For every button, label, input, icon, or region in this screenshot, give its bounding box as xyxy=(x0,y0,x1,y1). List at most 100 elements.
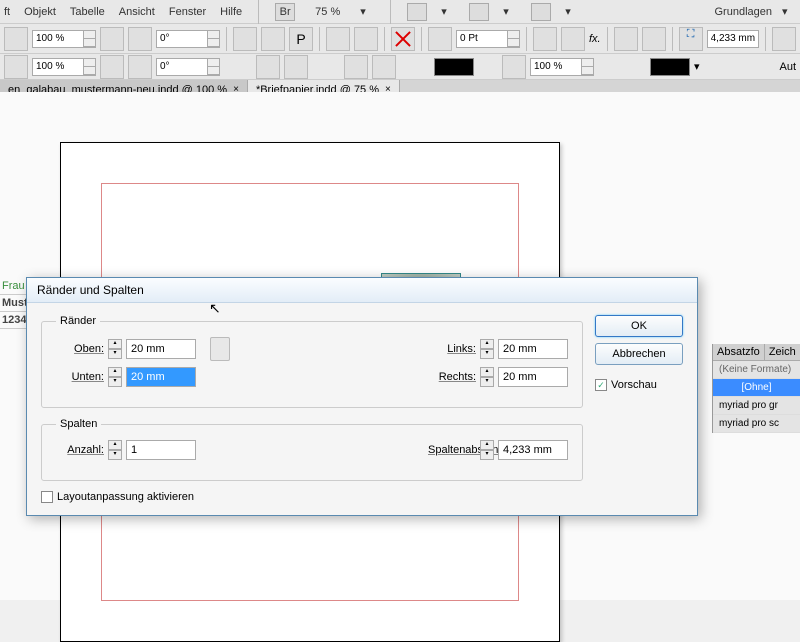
tool-icon[interactable] xyxy=(261,27,285,51)
count-label: Anzahl: xyxy=(56,444,104,456)
tab-absatzformate[interactable]: Absatzfo xyxy=(713,344,765,360)
auto-checkbox-label[interactable]: Aut xyxy=(779,61,796,73)
fill-swatch2[interactable] xyxy=(650,58,690,76)
gutter-input[interactable] xyxy=(498,440,568,460)
checkbox-box[interactable] xyxy=(41,491,53,503)
measure-field[interactable] xyxy=(707,30,759,48)
bridge-button[interactable]: Br xyxy=(275,3,295,21)
spinner[interactable]: ▴▾ xyxy=(108,339,122,359)
paragraph-styles-panel: Absatzfo Zeich (Keine Formate) [Ohne] my… xyxy=(712,344,800,433)
top-margin-input[interactable] xyxy=(126,339,196,359)
menu-tabelle[interactable]: Tabelle xyxy=(70,6,105,18)
tool-icon[interactable] xyxy=(533,27,557,51)
columns-legend: Spalten xyxy=(56,418,101,430)
rotate-field[interactable] xyxy=(156,30,208,48)
divider xyxy=(421,27,422,51)
chevron-down-icon[interactable]: ▾ xyxy=(503,5,517,19)
chevron-down-icon[interactable]: ▾ xyxy=(694,60,700,73)
scale-y-field[interactable] xyxy=(32,58,84,76)
spinner[interactable]: ▴▾ xyxy=(108,367,122,387)
tool-icon[interactable] xyxy=(561,27,585,51)
flip-h-icon[interactable] xyxy=(326,27,350,51)
menu-ansicht[interactable]: Ansicht xyxy=(119,6,155,18)
spinner[interactable] xyxy=(208,30,220,48)
layout-adjust-checkbox[interactable]: Layoutanpassung aktivieren xyxy=(41,491,583,503)
divider xyxy=(607,27,608,51)
spinner[interactable] xyxy=(84,30,96,48)
chevron-down-icon[interactable]: ▾ xyxy=(782,5,796,19)
screen-mode-button[interactable] xyxy=(469,3,489,21)
columns-fieldset: Spalten Anzahl: ▴▾ Spaltenabstand: ▴▾ xyxy=(41,418,583,481)
panel-item-ohne[interactable]: [Ohne] xyxy=(713,379,800,397)
ungroup-icon[interactable] xyxy=(372,55,396,79)
tool-icon[interactable] xyxy=(772,27,796,51)
spinner[interactable] xyxy=(84,58,96,76)
bottom-label: Unten: xyxy=(56,371,104,383)
flip-v-icon[interactable] xyxy=(344,55,368,79)
left-margin-input[interactable] xyxy=(498,339,568,359)
spinner[interactable]: ▴▾ xyxy=(108,440,122,460)
menu-schrift[interactable]: ft xyxy=(4,6,10,18)
scale-x-field[interactable] xyxy=(32,30,84,48)
tool-icon[interactable] xyxy=(256,55,280,79)
tool-icon[interactable] xyxy=(284,55,308,79)
control-panel-row2: ▾ Aut xyxy=(0,54,800,80)
link-icon[interactable] xyxy=(100,27,124,51)
rotate-icon[interactable] xyxy=(128,27,152,51)
effects-button[interactable]: fx. xyxy=(589,33,601,45)
crop-icon[interactable]: ⛶ xyxy=(679,27,703,51)
right-margin-input[interactable] xyxy=(498,367,568,387)
menu-objekt[interactable]: Objekt xyxy=(24,6,56,18)
spinner[interactable]: ▴▾ xyxy=(480,367,494,387)
zoom-level[interactable]: 75 % xyxy=(309,4,346,20)
type-p-icon[interactable]: P xyxy=(289,27,313,51)
spinner[interactable] xyxy=(508,30,520,48)
tool-icon[interactable] xyxy=(233,27,257,51)
tool-icon[interactable] xyxy=(100,55,124,79)
menu-hilfe[interactable]: Hilfe xyxy=(220,6,242,18)
panel-item[interactable]: (Keine Formate) xyxy=(713,361,800,379)
no-fill-icon[interactable] xyxy=(391,27,415,51)
menu-fenster[interactable]: Fenster xyxy=(169,6,206,18)
panel-item[interactable]: myriad pro sc xyxy=(713,415,800,433)
chevron-down-icon[interactable]: ▾ xyxy=(360,5,374,19)
dialog-title: Ränder und Spalten xyxy=(27,278,697,303)
arrange-button[interactable] xyxy=(531,3,551,21)
cancel-button[interactable]: Abbrechen xyxy=(595,343,683,365)
bottom-margin-input[interactable] xyxy=(126,367,196,387)
view-mode-button[interactable] xyxy=(407,3,427,21)
stroke-swatch[interactable] xyxy=(434,58,474,76)
stroke-icon[interactable] xyxy=(428,27,452,51)
column-count-input[interactable] xyxy=(126,440,196,460)
tool-icon[interactable] xyxy=(614,27,638,51)
preview-label: Vorschau xyxy=(611,379,657,391)
menu-bar: ft Objekt Tabelle Ansicht Fenster Hilfe … xyxy=(0,0,800,24)
scale-x-icon[interactable] xyxy=(4,27,28,51)
opacity-icon[interactable] xyxy=(502,55,526,79)
spinner[interactable]: ▴▾ xyxy=(480,339,494,359)
spinner[interactable]: ▴▾ xyxy=(480,440,494,460)
divider xyxy=(384,27,385,51)
spinner[interactable] xyxy=(582,58,594,76)
shear-field[interactable] xyxy=(156,58,208,76)
tool-icon[interactable] xyxy=(642,27,666,51)
checkbox-box[interactable]: ✓ xyxy=(595,379,607,391)
chevron-down-icon[interactable]: ▾ xyxy=(565,5,579,19)
shear-icon[interactable] xyxy=(128,55,152,79)
group-icon[interactable] xyxy=(354,27,378,51)
opacity-field[interactable] xyxy=(530,58,582,76)
link-margins-icon[interactable] xyxy=(210,337,230,361)
chevron-down-icon[interactable]: ▾ xyxy=(441,5,455,19)
spinner[interactable] xyxy=(208,58,220,76)
workspace-selector[interactable]: Grundlagen xyxy=(715,6,773,18)
stroke-weight-field[interactable] xyxy=(456,30,508,48)
margins-legend: Ränder xyxy=(56,315,100,327)
ok-button[interactable]: OK xyxy=(595,315,683,337)
divider xyxy=(319,27,320,51)
panel-item[interactable]: myriad pro gr xyxy=(713,397,800,415)
preview-checkbox[interactable]: ✓ Vorschau xyxy=(595,379,683,391)
scale-y-icon[interactable] xyxy=(4,55,28,79)
divider xyxy=(765,27,766,51)
tab-zeichenformate[interactable]: Zeich xyxy=(765,344,800,360)
control-panel-row1: P fx. ⛶ xyxy=(0,24,800,54)
